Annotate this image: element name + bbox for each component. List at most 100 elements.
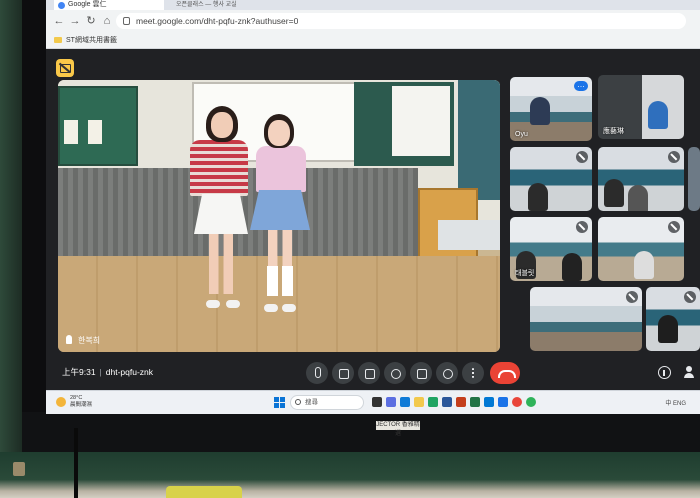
yellow-object xyxy=(166,486,242,498)
presenter-name-text: 한복희 xyxy=(78,336,101,345)
weather-icon[interactable] xyxy=(56,397,66,407)
line-icon[interactable] xyxy=(526,397,536,407)
present-screen-button[interactable] xyxy=(410,362,432,384)
tab-title: Google 雲仁 xyxy=(68,1,107,8)
muted-icon xyxy=(684,291,696,303)
participant-avatar xyxy=(628,185,648,211)
microphone-button[interactable] xyxy=(306,362,328,384)
app-icon[interactable] xyxy=(484,397,494,407)
lock-icon xyxy=(123,17,130,25)
presenter-tile[interactable]: 한복희 xyxy=(58,80,500,352)
monitor-brand-label: JECTOR 香雅精選 xyxy=(376,421,420,437)
student-left-shirt xyxy=(190,140,248,196)
student-right-socks xyxy=(267,266,293,296)
participant-avatar xyxy=(648,101,668,129)
participant-avatar xyxy=(528,183,548,211)
meet-stage: 한복희 … Oyu 應藝琳 태블릿 xyxy=(46,49,700,389)
participant-tile-partial[interactable] xyxy=(688,147,700,211)
monitor-chin xyxy=(22,412,700,452)
muted-icon xyxy=(668,221,680,233)
bookmarks-bar: ST網域共用書籤 xyxy=(46,32,700,49)
home-icon[interactable]: ⌂ xyxy=(100,14,114,28)
forward-icon[interactable]: → xyxy=(68,14,82,28)
file-explorer-icon[interactable] xyxy=(414,397,424,407)
wall-plug xyxy=(13,462,25,476)
word-icon[interactable] xyxy=(442,397,452,407)
bookmark-folder[interactable]: ST網域共用書籤 xyxy=(54,35,117,46)
cable xyxy=(74,428,78,498)
poster xyxy=(64,120,78,144)
google-favicon-icon xyxy=(58,2,65,9)
reload-icon[interactable]: ↻ xyxy=(84,14,98,28)
student-right-legs xyxy=(268,230,292,266)
tile-label: 태블릿 xyxy=(515,270,535,277)
student-right-face xyxy=(268,120,290,146)
windows-start-icon[interactable] xyxy=(274,397,285,408)
camera-off-icon[interactable] xyxy=(56,59,74,77)
muted-icon xyxy=(626,291,638,303)
participant-tile[interactable]: 應藝琳 xyxy=(598,75,684,139)
taskbar-search[interactable]: 搜尋 xyxy=(290,395,364,410)
whiteboard-bottom xyxy=(0,452,700,498)
tile-label: Oyu xyxy=(515,131,528,138)
muted-icon xyxy=(668,151,680,163)
url-text: meet.google.com/dht-pqfu-znk?authuser=0 xyxy=(136,16,299,26)
powerpoint-icon[interactable] xyxy=(456,397,466,407)
more-options-button[interactable] xyxy=(462,362,484,384)
excel-icon[interactable] xyxy=(470,397,480,407)
participant-tile[interactable] xyxy=(510,147,592,211)
student-right-skirt xyxy=(250,190,310,230)
participant-avatar xyxy=(530,97,550,125)
back-icon[interactable]: ← xyxy=(52,14,66,28)
participant-tile[interactable] xyxy=(598,217,684,281)
more-options-icon[interactable]: … xyxy=(574,81,588,91)
meet-control-bar: 上午9:31 | dht-pqfu-znk xyxy=(46,360,700,386)
participant-avatar xyxy=(604,179,624,207)
app-icon[interactable] xyxy=(386,397,396,407)
app-icon[interactable] xyxy=(498,397,508,407)
app-icon[interactable] xyxy=(428,397,438,407)
weather-widget[interactable]: 28°C 晨間潮濕 xyxy=(70,395,92,409)
student-left-face xyxy=(211,112,233,138)
windows-taskbar: 28°C 晨間潮濕 搜尋 中 ENG xyxy=(46,390,700,414)
captions-button[interactable] xyxy=(358,362,380,384)
address-bar[interactable]: meet.google.com/dht-pqfu-znk?authuser=0 xyxy=(116,13,686,29)
app-icon[interactable] xyxy=(400,397,410,407)
browser-toolbar: ← → ↻ ⌂ meet.google.com/dht-pqfu-znk?aut… xyxy=(46,10,700,32)
participant-tile[interactable]: 태블릿 xyxy=(510,217,592,281)
weather-temp: 28°C xyxy=(70,395,83,401)
folder-icon xyxy=(54,37,62,43)
chrome-icon[interactable] xyxy=(512,397,522,407)
camera-button[interactable] xyxy=(332,362,354,384)
poster xyxy=(88,120,102,144)
shoe xyxy=(282,304,296,312)
participant-tile[interactable] xyxy=(598,147,684,211)
muted-icon xyxy=(576,221,588,233)
presenter-name: 한복희 xyxy=(66,335,100,346)
tab-active[interactable]: Google 雲仁 xyxy=(54,0,164,10)
search-placeholder: 搜尋 xyxy=(305,399,318,406)
participant-tile[interactable] xyxy=(646,287,700,351)
clock-time: 上午9:31 xyxy=(62,367,96,377)
separator: | xyxy=(99,367,102,377)
muted-icon xyxy=(576,151,588,163)
search-icon xyxy=(295,399,301,405)
people-icon[interactable] xyxy=(684,366,698,378)
pin-icon[interactable] xyxy=(66,335,72,344)
shoe xyxy=(206,300,220,308)
tab-inactive[interactable]: 오픈클래스 — 행사 교실 xyxy=(176,0,286,10)
meeting-details: 上午9:31 | dht-pqfu-znk xyxy=(62,366,153,378)
student-right-shirt xyxy=(256,146,306,192)
app-icon[interactable] xyxy=(372,397,382,407)
chart-poster xyxy=(392,86,450,156)
end-call-button[interactable] xyxy=(490,362,520,384)
system-tray[interactable]: 中 ENG xyxy=(665,398,686,407)
shoe xyxy=(226,300,240,308)
screen: Google 雲仁 오픈클래스 — 행사 교실 ← → ↻ ⌂ meet.goo… xyxy=(46,0,700,414)
raise-hand-button[interactable] xyxy=(436,362,458,384)
participant-tile[interactable]: … Oyu xyxy=(510,77,592,141)
participant-avatar xyxy=(634,251,654,279)
reactions-button[interactable] xyxy=(384,362,406,384)
participant-tile[interactable] xyxy=(530,287,642,351)
meeting-info-icon[interactable] xyxy=(658,366,671,379)
